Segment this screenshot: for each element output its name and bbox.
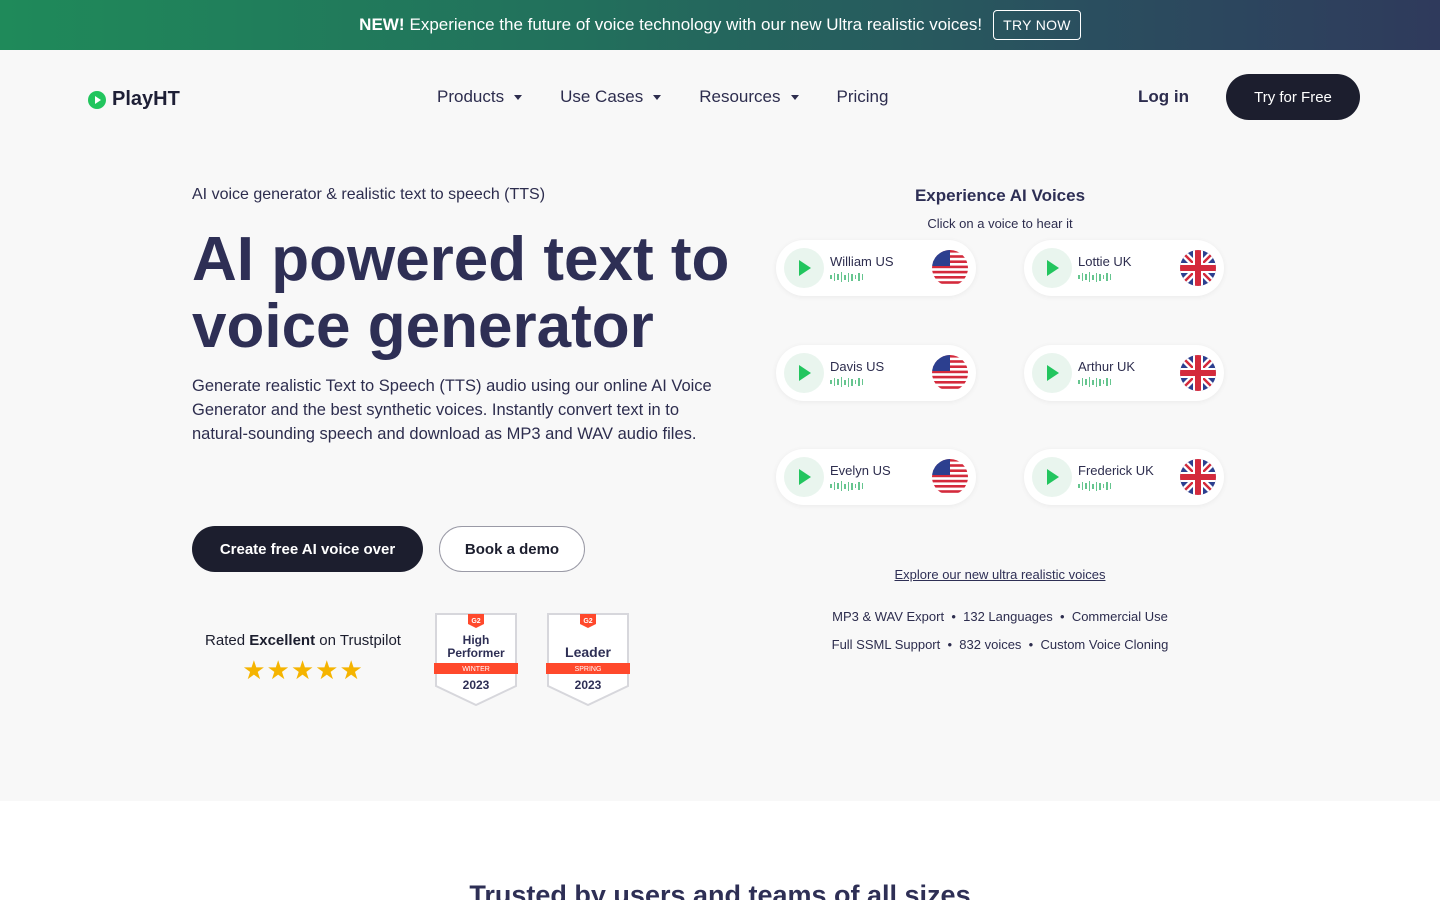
nav-item-label: Products — [437, 87, 505, 106]
chevron-down-icon — [790, 94, 799, 100]
trustpilot-rating-word: Excellent — [249, 632, 316, 649]
nav-item-label: Pricing — [836, 87, 889, 106]
badge-season: WINTER — [462, 666, 490, 673]
nav-item-pricing[interactable]: Pricing — [837, 87, 889, 107]
bullet-separator: • — [1025, 637, 1037, 652]
hero-description: Generate realistic Text to Speech (TTS) … — [192, 377, 712, 443]
voice-info: William US — [830, 254, 932, 282]
trustpilot-text: Rated Excellent on Trustpilot — [192, 632, 414, 649]
feature-item: Commercial Use — [1071, 609, 1168, 624]
create-voice-over-button[interactable]: Create free AI voice over — [192, 526, 423, 572]
logo-text: PlayHT — [112, 88, 180, 110]
uk-flag-icon — [1180, 355, 1216, 391]
explore-voices-link[interactable]: Explore our new ultra realistic voices — [780, 567, 1220, 582]
chevron-down-icon — [653, 94, 662, 100]
play-icon[interactable] — [1032, 248, 1072, 288]
voice-info: Lottie UK — [1078, 254, 1180, 282]
feature-item: MP3 & WAV Export — [832, 609, 945, 624]
hero-eyebrow: AI voice generator & realistic text to s… — [192, 186, 546, 203]
voice-card[interactable]: Evelyn US — [776, 449, 976, 505]
voice-card[interactable]: William US — [776, 240, 976, 296]
trusted-heading: Trusted by users and teams of all sizes — [469, 880, 971, 900]
badge-season: SPRING — [575, 666, 602, 673]
g2-leader-badge: G2 Leader SPRING 2023 — [546, 613, 630, 706]
feature-item: 132 Languages — [963, 609, 1053, 624]
try-now-button[interactable]: TRY NOW — [993, 10, 1081, 40]
badge-year: 2023 — [463, 678, 490, 692]
voice-name: Evelyn US — [830, 463, 891, 478]
feature-item: 832 voices — [959, 637, 1022, 652]
nav-item-use-cases[interactable]: Use Cases — [560, 87, 662, 107]
hero-section: PlayHT Products Use Cases Resources Pric… — [0, 50, 1440, 801]
play-logo-icon — [88, 90, 106, 109]
features-row-2: Full SSML Support • 832 voices • Custom … — [780, 637, 1220, 652]
logo[interactable]: PlayHT — [88, 88, 180, 111]
play-icon[interactable] — [784, 457, 824, 497]
waveform-icon — [1078, 481, 1180, 491]
voice-name: Davis US — [830, 359, 885, 374]
waveform-icon — [830, 377, 932, 387]
nav-item-label: Resources — [699, 87, 781, 106]
trustpilot-suffix: on Trustpilot — [319, 632, 401, 649]
voices-title: Experience AI Voices — [914, 186, 1086, 205]
voice-name: William US — [830, 254, 894, 269]
bullet-separator: • — [1056, 609, 1069, 624]
bullet-separator: • — [943, 637, 956, 652]
us-flag-icon — [932, 355, 968, 391]
main-nav: Products Use Cases Resources Pricing — [437, 87, 888, 107]
features-row-1: MP3 & WAV Export • 132 Languages • Comme… — [780, 609, 1220, 624]
feature-item: Full SSML Support — [831, 637, 941, 652]
voice-card[interactable]: Lottie UK — [1024, 240, 1224, 296]
badge-title-line1: High — [463, 633, 490, 647]
waveform-icon — [830, 272, 932, 282]
nav-item-resources[interactable]: Resources — [699, 87, 799, 107]
voice-info: Evelyn US — [830, 463, 932, 491]
feature-item: Custom Voice Cloning — [1040, 637, 1169, 652]
voice-name: Arthur UK — [1078, 359, 1136, 374]
banner-new-label: NEW! — [359, 15, 405, 34]
banner-text: Experience the future of voice technolog… — [409, 15, 983, 34]
trustpilot-prefix: Rated — [205, 632, 246, 649]
voice-name: Frederick UK — [1078, 463, 1154, 478]
announcement-banner: NEW! Experience the future of voice tech… — [0, 0, 1440, 50]
try-for-free-button[interactable]: Try for Free — [1226, 74, 1360, 120]
voice-info: Arthur UK — [1078, 359, 1180, 387]
book-demo-button[interactable]: Book a demo — [439, 526, 585, 572]
login-link[interactable]: Log in — [1138, 87, 1189, 107]
waveform-icon — [1078, 377, 1180, 387]
voices-subtitle: Click on a voice to hear it — [927, 216, 1073, 231]
play-icon[interactable] — [1032, 457, 1072, 497]
g2-high-performer-badge: G2 High Performer WINTER 2023 — [434, 613, 518, 706]
play-icon[interactable] — [784, 353, 824, 393]
nav-item-products[interactable]: Products — [437, 87, 523, 107]
waveform-icon — [1078, 272, 1180, 282]
us-flag-icon — [932, 459, 968, 495]
voice-card[interactable]: Davis US — [776, 345, 976, 401]
play-icon[interactable] — [1032, 353, 1072, 393]
play-icon[interactable] — [784, 248, 824, 288]
voice-card[interactable]: Arthur UK — [1024, 345, 1224, 401]
uk-flag-icon — [1180, 459, 1216, 495]
star-rating-icon: ★★★★★ — [242, 655, 364, 685]
badge-title-line2: Performer — [447, 646, 505, 660]
chevron-down-icon — [514, 94, 523, 100]
voice-name: Lottie UK — [1078, 254, 1132, 269]
voice-info: Frederick UK — [1078, 463, 1180, 491]
uk-flag-icon — [1180, 250, 1216, 286]
bullet-separator: • — [947, 609, 960, 624]
us-flag-icon — [932, 250, 968, 286]
badge-brand: G2 — [471, 618, 480, 625]
voice-card[interactable]: Frederick UK — [1024, 449, 1224, 505]
badge-brand: G2 — [583, 618, 592, 625]
waveform-icon — [830, 481, 932, 491]
nav-item-label: Use Cases — [560, 87, 644, 106]
badge-year: 2023 — [575, 678, 602, 692]
trustpilot-rating[interactable]: Rated Excellent on Trustpilot ★★★★★ — [192, 632, 414, 686]
voice-info: Davis US — [830, 359, 932, 387]
hero-headline: AI powered text to voice generator — [192, 225, 730, 361]
badge-title-line1: Leader — [565, 644, 611, 660]
